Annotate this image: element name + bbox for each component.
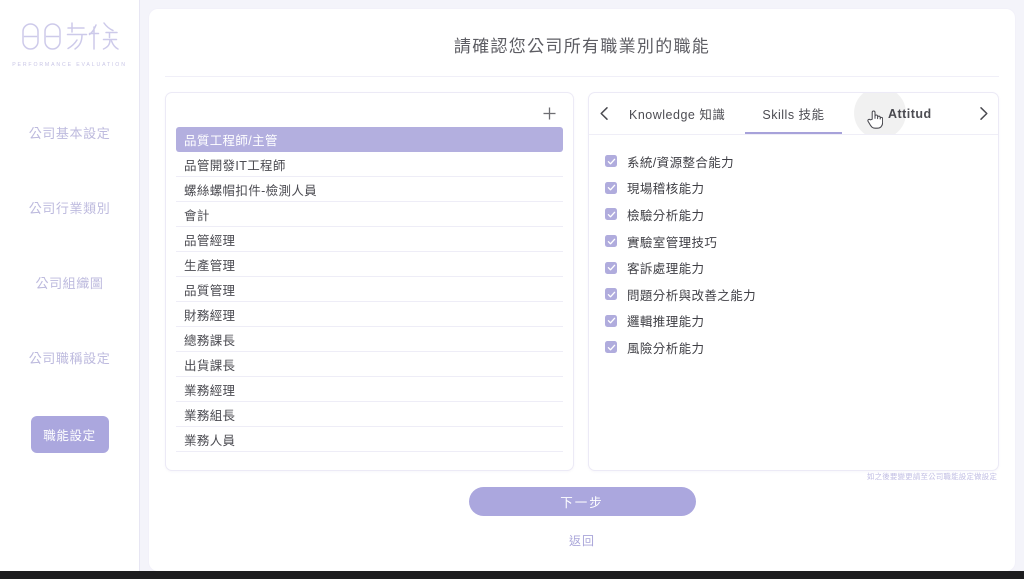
card-footer: 如之後要變更請至公司職能設定做設定 下一步 返回 <box>165 471 999 571</box>
list-item[interactable]: 生產管理 <box>176 252 563 277</box>
competency-label: 邏輯推理能力 <box>627 315 705 330</box>
competency-label: 檢驗分析能力 <box>627 208 705 223</box>
competency-label: 風險分析能力 <box>627 341 705 356</box>
tab-attitude-label: Attitud <box>887 106 932 121</box>
sidebar: PERFORMANCE EVALUATION 公司基本設定 公司行業類別 公司組… <box>0 0 140 571</box>
competency-list: 系統/資源整合能力 現場稽核能力 檢驗分析能力 實驗室管理技巧 客訴處理能力 問… <box>589 135 998 470</box>
list-item[interactable]: 系統/資源整合能力 <box>605 148 982 175</box>
checkbox-checked-icon[interactable] <box>605 261 617 274</box>
job-list-toolbar <box>176 99 563 127</box>
back-link[interactable]: 返回 <box>569 532 595 549</box>
chevron-right-icon[interactable] <box>968 93 998 134</box>
list-item[interactable]: 業務組長 <box>176 402 563 427</box>
sidebar-item-org-chart[interactable]: 公司組織圖 <box>0 266 139 299</box>
list-item[interactable]: 現場稽核能力 <box>605 175 982 202</box>
sidebar-item-job-titles[interactable]: 公司職稱設定 <box>0 341 139 374</box>
tab-attitude[interactable]: Attitud <box>852 93 968 134</box>
tab-skills[interactable]: Skills 技能 <box>735 93 851 134</box>
list-item[interactable]: 品管開發IT工程師 <box>176 152 563 177</box>
checkbox-checked-icon[interactable] <box>605 235 617 248</box>
list-item[interactable]: 風險分析能力 <box>605 334 982 361</box>
sidebar-nav: 公司基本設定 公司行業類別 公司組織圖 公司職稱設定 職能設定 <box>0 116 139 453</box>
list-item[interactable]: 品質管理 <box>176 277 563 302</box>
content-card: 請確認您公司所有職業別的職能 品質工程師/主管 品管開發IT工程師 螺絲螺帽扣件… <box>149 9 1015 571</box>
chevron-left-icon[interactable] <box>589 93 619 134</box>
panels-row: 品質工程師/主管 品管開發IT工程師 螺絲螺帽扣件-檢測人員 會計 品管經理 生… <box>165 77 999 471</box>
next-step-button[interactable]: 下一步 <box>468 487 696 516</box>
competency-label: 客訴處理能力 <box>627 262 705 277</box>
add-job-plus-icon[interactable] <box>539 103 559 123</box>
sidebar-item-competency-settings[interactable]: 職能設定 <box>30 416 109 453</box>
checkbox-checked-icon[interactable] <box>605 341 617 354</box>
job-list: 品質工程師/主管 品管開發IT工程師 螺絲螺帽扣件-檢測人員 會計 品管經理 生… <box>176 127 563 462</box>
tabs-track: Knowledge 知識 Skills 技能 Attitud <box>619 93 968 134</box>
checkbox-checked-icon[interactable] <box>605 181 617 194</box>
list-item[interactable]: 業務經理 <box>176 377 563 402</box>
list-item[interactable]: 總務課長 <box>176 327 563 352</box>
page-title: 請確認您公司所有職業別的職能 <box>165 9 999 77</box>
checkbox-checked-icon[interactable] <box>605 208 617 221</box>
job-list-panel: 品質工程師/主管 品管開發IT工程師 螺絲螺帽扣件-檢測人員 會計 品管經理 生… <box>165 92 574 471</box>
list-item[interactable]: 檢驗分析能力 <box>605 201 982 228</box>
competency-tabs: Knowledge 知識 Skills 技能 Attitud <box>589 93 998 135</box>
list-item[interactable]: 業務人員 <box>176 427 563 452</box>
list-item[interactable]: 問題分析與改善之能力 <box>605 281 982 308</box>
tab-knowledge[interactable]: Knowledge 知識 <box>619 93 735 134</box>
list-item[interactable]: 邏輯推理能力 <box>605 308 982 335</box>
sidebar-item-company-basic[interactable]: 公司基本設定 <box>0 116 139 149</box>
logo-mark-icon <box>20 20 120 59</box>
competency-label: 實驗室管理技巧 <box>627 235 718 250</box>
checkbox-checked-icon[interactable] <box>605 288 617 301</box>
list-item[interactable]: 會計 <box>176 202 563 227</box>
main-content: 請確認您公司所有職業別的職能 品質工程師/主管 品管開發IT工程師 螺絲螺帽扣件… <box>140 0 1024 571</box>
list-item[interactable]: 出貨課長 <box>176 352 563 377</box>
window-bottom-bar <box>0 571 1024 579</box>
list-item[interactable]: 實驗室管理技巧 <box>605 228 982 255</box>
competency-label: 現場稽核能力 <box>627 182 705 197</box>
app-window: PERFORMANCE EVALUATION 公司基本設定 公司行業類別 公司組… <box>0 0 1024 571</box>
list-item[interactable]: 螺絲螺帽扣件-檢測人員 <box>176 177 563 202</box>
list-item[interactable]: 品質工程師/主管 <box>176 127 563 152</box>
sidebar-item-industry-category[interactable]: 公司行業類別 <box>0 191 139 224</box>
competency-panel: Knowledge 知識 Skills 技能 Attitud 系統/資源整合能力… <box>588 92 999 471</box>
checkbox-checked-icon[interactable] <box>605 155 617 168</box>
logo-subtitle: PERFORMANCE EVALUATION <box>12 62 127 68</box>
app-logo: PERFORMANCE EVALUATION <box>12 18 125 70</box>
competency-label: 系統/資源整合能力 <box>627 155 735 170</box>
list-item[interactable]: 客訴處理能力 <box>605 254 982 281</box>
list-item[interactable]: 財務經理 <box>176 302 563 327</box>
list-item[interactable]: 品管經理 <box>176 227 563 252</box>
pointer-hand-cursor-icon <box>866 109 883 132</box>
competency-label: 問題分析與改善之能力 <box>627 288 757 303</box>
checkbox-checked-icon[interactable] <box>605 314 617 327</box>
footer-hint: 如之後要變更請至公司職能設定做設定 <box>866 472 997 481</box>
